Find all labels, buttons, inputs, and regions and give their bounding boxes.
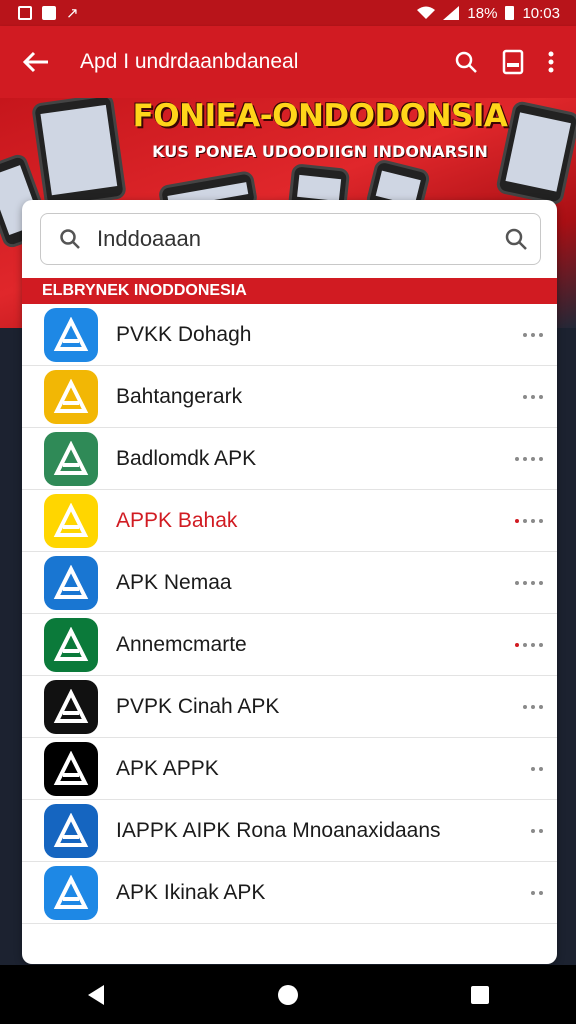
more-options-icon[interactable] [531,890,543,895]
blue-a-icon [44,803,98,858]
more-options-icon[interactable] [523,394,543,399]
red-shield-icon [44,741,98,796]
battery-percent: 18% [467,4,498,22]
banner-title: FONIEA-ONDODONSIA [132,98,508,134]
list-item-label: Badlomdk APK [116,446,257,470]
device-icon[interactable] [502,49,524,75]
home-nav-icon[interactable] [277,984,299,1006]
list-item[interactable]: IAPPK AIPK Rona Mnoanaxidaans [22,800,557,862]
wifi-icon [417,6,436,19]
more-options-icon[interactable] [523,332,543,337]
back-arrow-icon[interactable] [22,50,50,74]
list-item-label: APK APPK [116,756,219,780]
list-item-label: PVPK Cinah APK [116,694,280,718]
list-item[interactable]: APK Ikinak APK [22,862,557,924]
list-item-label: APPK Bahak [116,508,238,532]
page-title: Apd I undrdaanbdaneal [80,50,299,73]
list-item-label: PVKK Dohagh [116,322,252,346]
clock: 10:03 [522,4,560,22]
list-item[interactable]: PVKK Dohagh [22,304,557,366]
black-ai-icon [44,369,98,424]
list-item-label: Annemcmarte [116,632,247,656]
list-item-label: IAPPK AIPK Rona Mnoanaxidaans [116,818,441,842]
list-item-label: APK Nemaa [116,570,232,594]
green-play-icon [44,431,98,486]
phone-illustration [31,98,127,210]
list-item[interactable]: PVPK Cinah APK [22,676,557,738]
app-list: PVKK Dohagh Bahtangerark Badlomdk APK APPK … [22,304,557,924]
more-options-icon[interactable] [531,828,543,833]
arrow-notification-icon: ↗ [66,5,79,22]
section-header: ELBRYNEK INODDONESIA [22,278,557,304]
app-bar: Apd I undrdaanbdaneal [0,26,576,98]
list-item-label: Bahtangerark [116,384,243,408]
app-notification-icon [42,6,56,20]
list-item-label: APK Ikinak APK [116,880,266,904]
battery-icon [505,6,515,20]
status-bar: ↗ 18% 10:03 [0,0,576,26]
more-vert-icon[interactable] [548,50,554,74]
yellow-apy-icon [44,493,98,548]
red-triangle-icon [44,679,98,734]
list-item[interactable]: APPK Bahak [22,490,557,552]
list-item[interactable]: APK APPK [22,738,557,800]
more-options-icon[interactable] [515,456,543,461]
list-item[interactable]: APK Nemaa [22,552,557,614]
more-options-icon[interactable] [523,704,543,709]
search-input[interactable]: Inddoaaan [97,226,504,252]
green-infinity-icon [44,617,98,672]
app-list-panel: Inddoaaan ELBRYNEK INODDONESIA PVKK Doha… [22,200,557,964]
more-options-icon[interactable] [515,580,543,585]
more-options-icon[interactable] [531,766,543,771]
more-options-icon[interactable] [515,518,543,523]
blue-sail-icon [44,555,98,610]
more-options-icon[interactable] [515,642,543,647]
gallery-notification-icon [18,6,32,20]
banner-subtitle: KUS PONEA UDOODIIGN INDONARSIN [152,142,488,161]
gradient-a-icon [44,865,98,920]
search-box[interactable]: Inddoaaan [40,213,541,265]
signal-icon [443,6,460,20]
recents-nav-icon[interactable] [470,985,490,1005]
list-item[interactable]: Bahtangerark [22,366,557,428]
search-icon [60,229,80,249]
search-submit-icon[interactable] [504,227,528,251]
search-icon[interactable] [454,50,478,74]
back-nav-icon[interactable] [86,984,106,1006]
app-store-a-icon [44,307,98,362]
list-item[interactable]: Annemcmarte [22,614,557,676]
list-item[interactable]: Badlomdk APK [22,428,557,490]
navigation-bar [0,965,576,1024]
